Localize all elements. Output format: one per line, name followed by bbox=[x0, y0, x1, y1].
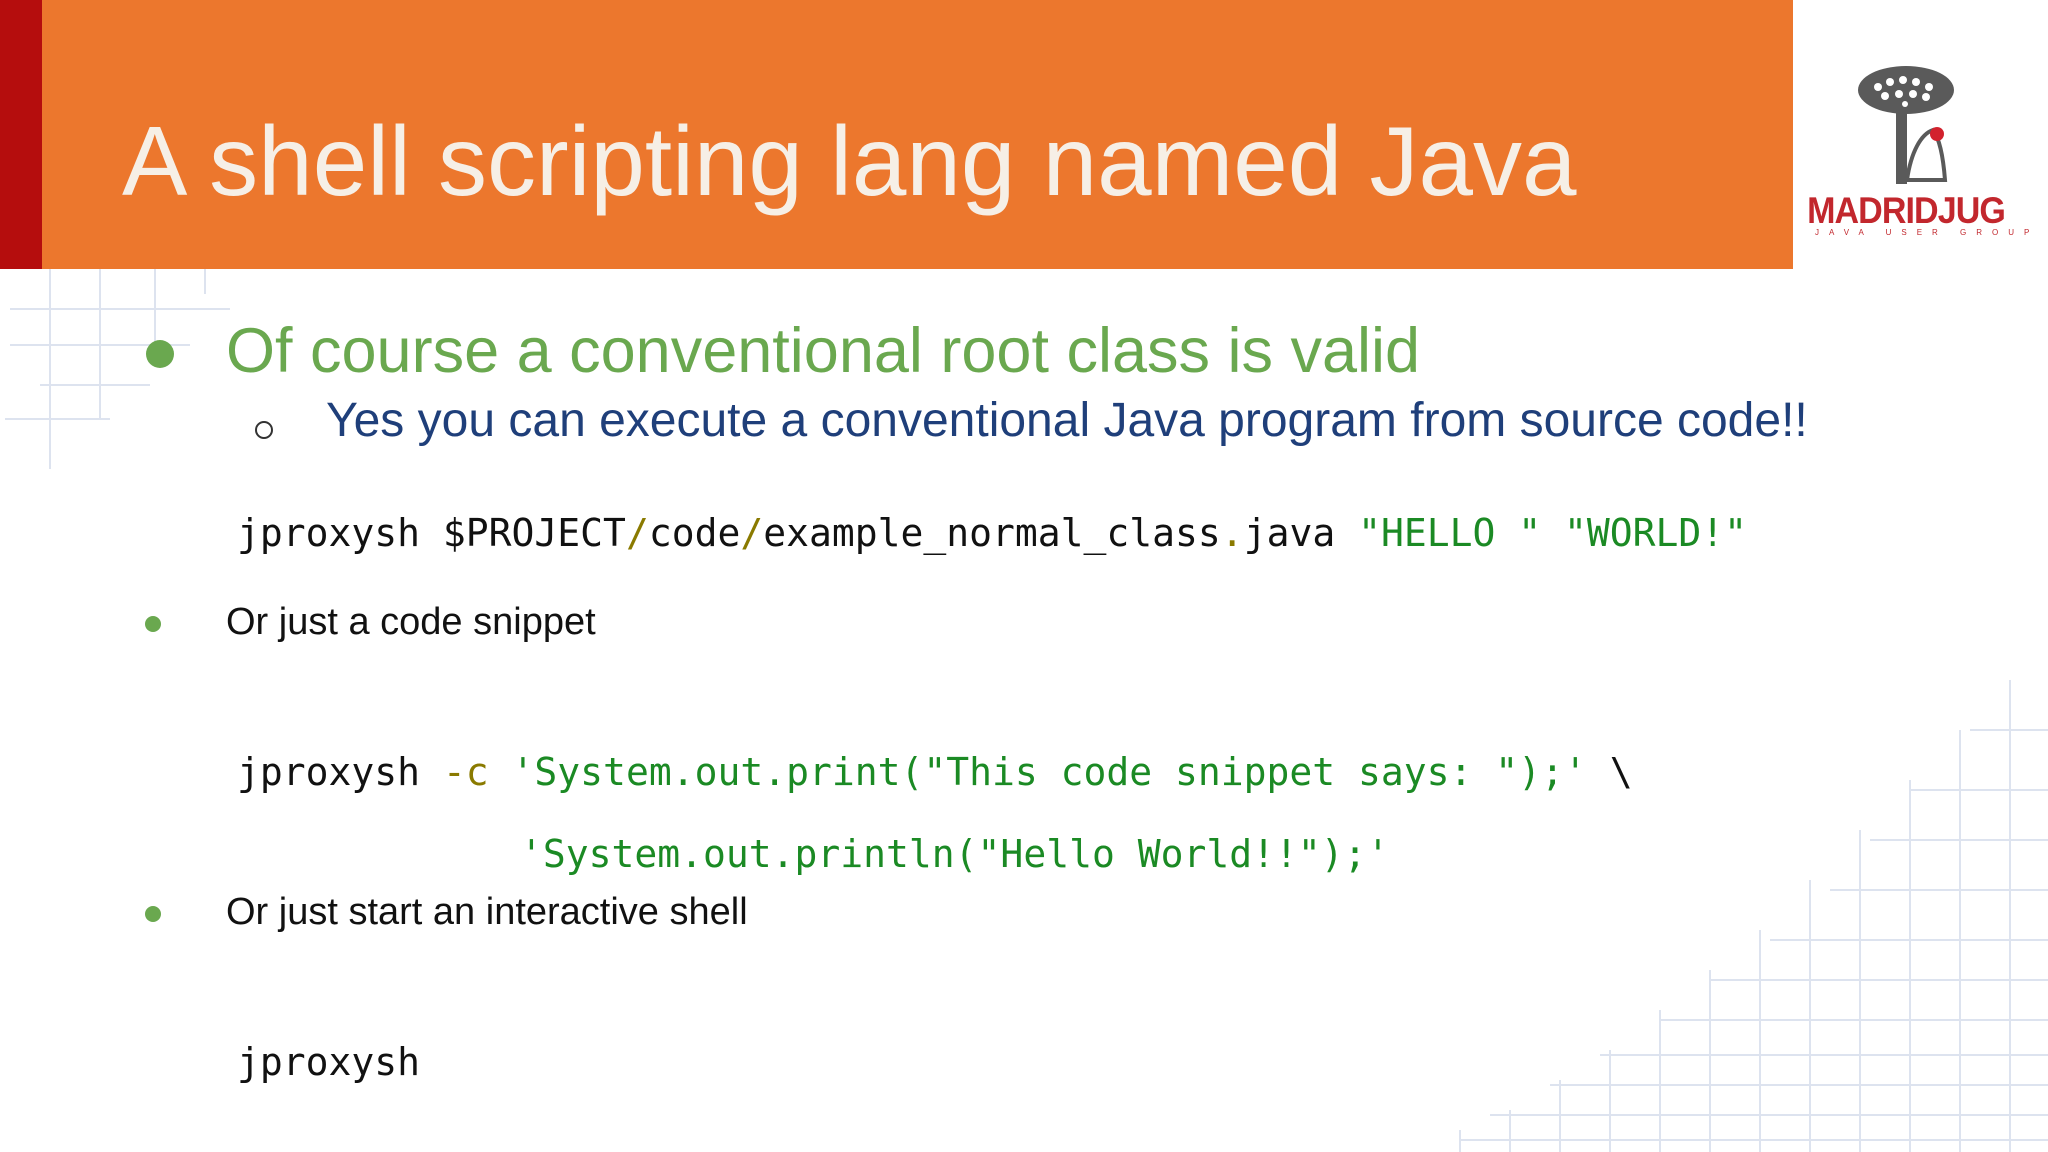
code-command: jproxysh $PROJECT bbox=[237, 511, 626, 555]
code-slash: / bbox=[625, 511, 649, 555]
code-snippet-line1: jproxysh -c 'System.out.print("This code… bbox=[237, 753, 1633, 791]
code-extension: java bbox=[1243, 511, 1359, 555]
bullet-interactive-shell: Or just start an interactive shell bbox=[226, 891, 748, 933]
code-run-class: jproxysh $PROJECT/code/example_normal_cl… bbox=[237, 514, 1747, 552]
code-snippet-line2: 'System.out.println("Hello World!!");' bbox=[520, 835, 1389, 873]
logo-name: MADRIDJUG bbox=[1807, 190, 2006, 231]
sub-bullet-ring bbox=[255, 421, 273, 439]
bullet-root-class: Of course a conventional root class is v… bbox=[226, 316, 1421, 386]
code-command: jproxysh bbox=[237, 750, 443, 794]
code-flag: -c bbox=[442, 750, 489, 794]
title-bar-accent bbox=[0, 0, 42, 269]
code-continuation: \ bbox=[1586, 750, 1633, 794]
sub-bullet-source-code: Yes you can execute a conventional Java … bbox=[326, 394, 1808, 447]
grid-decoration-top-left bbox=[5, 269, 230, 469]
code-string: 'System.out.print("This code snippet say… bbox=[488, 750, 1587, 794]
madridjug-logo: MADRIDJUG JAVA USER GROUP bbox=[1793, 42, 2040, 252]
code-interactive-shell: jproxysh bbox=[237, 1040, 421, 1084]
logo-tree-icon bbox=[1858, 66, 1954, 184]
code-slash: / bbox=[740, 511, 764, 555]
grid-decoration-bottom-right bbox=[1459, 680, 2048, 1152]
code-string: 'System.out.println("Hello World!!");' bbox=[520, 832, 1390, 876]
bullet-dot bbox=[146, 340, 174, 368]
code-arguments: "HELLO " "WORLD!" bbox=[1358, 511, 1748, 555]
code-path-part: code bbox=[648, 511, 741, 555]
code-dot: . bbox=[1220, 511, 1244, 555]
bullet-dot bbox=[145, 616, 161, 632]
bullet-code-snippet: Or just a code snippet bbox=[226, 601, 596, 643]
slide-title: A shell scripting lang named Java bbox=[122, 106, 1577, 216]
logo-subtitle: JAVA USER GROUP bbox=[1815, 228, 2040, 237]
bullet-dot bbox=[145, 906, 161, 922]
code-path-part: example_normal_class bbox=[763, 511, 1221, 555]
